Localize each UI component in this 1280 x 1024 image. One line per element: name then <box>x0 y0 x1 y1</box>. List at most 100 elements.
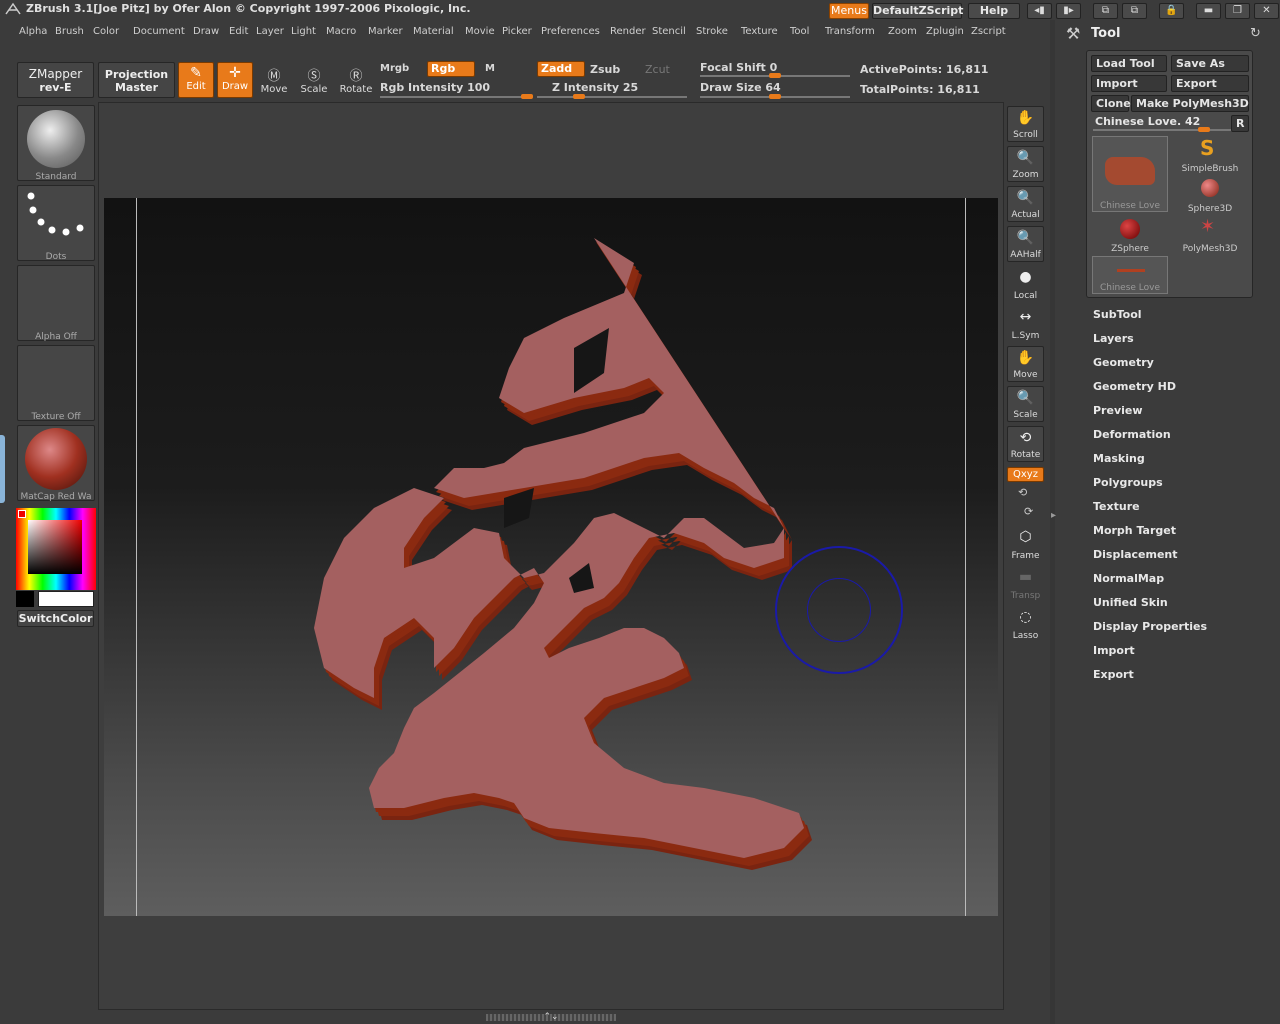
alpha-slot[interactable]: Alpha Off <box>17 265 95 342</box>
subpalette-masking[interactable]: Masking <box>1093 452 1145 465</box>
menu-stencil[interactable]: Stencil <box>652 26 686 37</box>
menu-draw[interactable]: Draw <box>193 26 219 37</box>
lock-icon[interactable]: 🔒 <box>1159 3 1184 19</box>
scale-view-button[interactable]: 🔍 Scale <box>1007 386 1044 422</box>
subpalette-texture[interactable]: Texture <box>1093 500 1140 513</box>
tool-thumb-zsphere[interactable]: ZSphere <box>1092 216 1168 254</box>
tool-thumb-chinese-love-2[interactable]: Chinese Love <box>1092 256 1168 294</box>
tool-slider-knob[interactable] <box>1198 127 1210 132</box>
tool-thumb-sphere3d[interactable]: Sphere3D <box>1172 176 1248 214</box>
menu-movie[interactable]: Movie <box>465 26 495 37</box>
restore-icon[interactable]: ❐ <box>1225 3 1250 19</box>
subpalette-geometry[interactable]: Geometry <box>1093 356 1154 369</box>
menu-transform[interactable]: Transform <box>825 26 875 37</box>
refresh-icon[interactable]: ↻ <box>1250 26 1261 41</box>
color-picker[interactable] <box>16 508 96 590</box>
scroll-right-icon[interactable]: ▮▸ <box>1056 3 1081 19</box>
xyz-button[interactable]: Qxyz <box>1007 467 1044 482</box>
draw-button[interactable]: ✛ Draw <box>217 62 253 98</box>
z-intensity-slider[interactable] <box>537 96 687 98</box>
tool-thumb-simplebrush[interactable]: S SimpleBrush <box>1172 136 1248 174</box>
menu-tool[interactable]: Tool <box>790 26 809 37</box>
menu-zoom[interactable]: Zoom <box>888 26 917 37</box>
bottom-expand-handle[interactable]: ⌃⌄ <box>486 1013 616 1022</box>
layout-b-icon[interactable]: ⧉ <box>1122 3 1147 19</box>
rotate-button[interactable]: Ⓡ Rotate <box>337 62 375 100</box>
m-button[interactable]: M <box>485 63 495 74</box>
menu-preferences[interactable]: Preferences <box>541 26 600 37</box>
zcut-button[interactable]: Zcut <box>645 63 670 76</box>
menu-stroke[interactable]: Stroke <box>696 26 728 37</box>
clone-button[interactable]: Clone <box>1091 95 1131 112</box>
switchcolor-button[interactable]: SwitchColor <box>17 610 94 627</box>
menu-brush[interactable]: Brush <box>55 26 84 37</box>
zmapper-button[interactable]: ZMapper rev-E <box>17 62 94 98</box>
secondary-color-swatch[interactable] <box>16 591 34 607</box>
import-button[interactable]: Import <box>1091 75 1167 92</box>
subpalette-export[interactable]: Export <box>1093 668 1134 681</box>
make-polymesh-button[interactable]: Make PolyMesh3D <box>1131 95 1249 112</box>
lasso-button[interactable]: ◌ Lasso <box>1007 606 1044 642</box>
rotate-view-button[interactable]: ⟲ Rotate <box>1007 426 1044 462</box>
help-button[interactable]: Help <box>968 3 1020 19</box>
scale-button[interactable]: Ⓢ Scale <box>295 62 333 100</box>
subpalette-subtool[interactable]: SubTool <box>1093 308 1142 321</box>
subpalette-layers[interactable]: Layers <box>1093 332 1134 345</box>
actual-button[interactable]: 🔍 Actual <box>1007 186 1044 222</box>
subpalette-unified-skin[interactable]: Unified Skin <box>1093 596 1168 609</box>
zoom-button[interactable]: 🔍 Zoom <box>1007 146 1044 182</box>
subpalette-morph-target[interactable]: Morph Target <box>1093 524 1176 537</box>
scroll-button[interactable]: ✋ Scroll <box>1007 106 1044 142</box>
tray-divider[interactable] <box>1050 20 1055 1024</box>
brush-slot[interactable]: Standard <box>17 105 95 182</box>
color-picker-square[interactable] <box>28 520 82 574</box>
load-tool-button[interactable]: Load Tool <box>1091 55 1167 72</box>
tool-slider[interactable] <box>1093 129 1233 131</box>
rotate-y-icon[interactable]: ⟲ <box>1018 486 1027 499</box>
left-edge-tab[interactable] <box>0 435 5 503</box>
menu-texture[interactable]: Texture <box>741 26 778 37</box>
zsub-button[interactable]: Zsub <box>590 63 620 76</box>
frame-button[interactable]: ⬡ Frame <box>1007 526 1044 562</box>
menu-document[interactable]: Document <box>133 26 185 37</box>
r-button[interactable]: R <box>1231 115 1249 132</box>
menu-zplugin[interactable]: Zplugin <box>926 26 964 37</box>
rotate-z-icon[interactable]: ⟳ <box>1024 505 1033 518</box>
rgb-intensity-knob[interactable] <box>521 94 533 99</box>
subpalette-geometry-hd[interactable]: Geometry HD <box>1093 380 1176 393</box>
rgb-intensity-slider[interactable] <box>380 96 532 98</box>
tray-collapse-icon[interactable]: ▸ <box>1051 510 1056 521</box>
menu-edit[interactable]: Edit <box>229 26 248 37</box>
subpalette-normalmap[interactable]: NormalMap <box>1093 572 1164 585</box>
aahalf-button[interactable]: 🔍 AAHalf <box>1007 226 1044 262</box>
tool-thumb-chinese-love[interactable]: Chinese Love <box>1092 136 1168 212</box>
menu-color[interactable]: Color <box>93 26 119 37</box>
mrgb-button[interactable]: Mrgb <box>380 63 409 74</box>
layout-a-icon[interactable]: ⧉ <box>1093 3 1118 19</box>
save-as-button[interactable]: Save As <box>1171 55 1249 72</box>
menu-render[interactable]: Render <box>610 26 646 37</box>
move-view-button[interactable]: ✋ Move <box>1007 346 1044 382</box>
document-canvas[interactable] <box>104 198 998 916</box>
zadd-button[interactable]: Zadd <box>537 61 585 77</box>
scroll-left-icon[interactable]: ◂▮ <box>1027 3 1052 19</box>
local-button[interactable]: ● Local <box>1007 266 1044 302</box>
export-button[interactable]: Export <box>1171 75 1249 92</box>
menu-material[interactable]: Material <box>413 26 454 37</box>
menu-light[interactable]: Light <box>291 26 316 37</box>
move-button[interactable]: Ⓜ Move <box>255 62 293 100</box>
menu-marker[interactable]: Marker <box>368 26 403 37</box>
menus-button[interactable]: Menus <box>829 3 869 19</box>
menu-zscript[interactable]: Zscript <box>971 26 1006 37</box>
lsym-button[interactable]: ↔ L.Sym <box>1007 306 1044 342</box>
z-intensity-knob[interactable] <box>573 94 585 99</box>
rgb-button[interactable]: Rgb <box>427 61 475 77</box>
transp-button[interactable]: ▬ Transp <box>1007 566 1044 602</box>
draw-size-knob[interactable] <box>769 94 781 99</box>
menu-layer[interactable]: Layer <box>256 26 284 37</box>
tool-thumb-polymesh3d[interactable]: ✶ PolyMesh3D <box>1172 216 1248 254</box>
subpalette-import[interactable]: Import <box>1093 644 1135 657</box>
close-icon[interactable]: ✕ <box>1254 3 1279 19</box>
main-color-swatch[interactable] <box>38 591 94 607</box>
texture-slot[interactable]: Texture Off <box>17 345 95 422</box>
